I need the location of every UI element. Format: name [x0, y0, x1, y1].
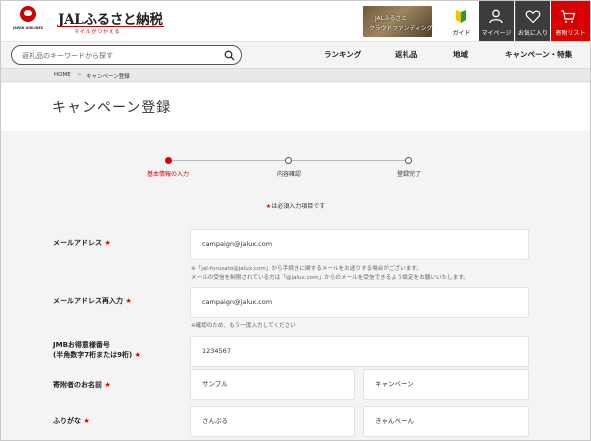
jal-logo[interactable]: JAPAN AIRLINES	[13, 6, 43, 38]
step-label-confirm: 内容確認	[276, 171, 302, 178]
mypage-button[interactable]: マイページ	[479, 1, 514, 41]
step-connector	[171, 160, 288, 161]
nav-item-ranking[interactable]: ランキング	[324, 49, 361, 60]
required-star: ★	[125, 297, 132, 305]
user-icon	[489, 9, 503, 24]
name-label: 寄附者のお名前 ★	[53, 380, 111, 390]
crowdfunding-line1: JALふるさと	[375, 16, 407, 22]
email-confirm-field[interactable]: campaign@jalux.com	[190, 287, 529, 318]
donation-list-button[interactable]: 寄附リスト	[551, 1, 590, 41]
mypage-label: マイページ	[481, 30, 512, 37]
kana-label-text: ふりがな	[53, 417, 81, 425]
first-name-kana-field[interactable]: きゃんぺーん	[363, 406, 529, 437]
page-title: キャンペーン登録	[52, 100, 172, 116]
search-box	[11, 45, 242, 65]
required-note-text: は必須入力項目です	[271, 203, 326, 210]
breadcrumb-separator: >	[77, 72, 82, 78]
required-star: ★	[104, 239, 111, 247]
required-star: ★	[83, 417, 90, 425]
required-note: ★は必須入力項目です	[1, 201, 590, 210]
breadcrumb: HOME > キャンペーン登録	[1, 68, 590, 82]
required-star: ★	[134, 351, 141, 359]
nav-item-campaigns[interactable]: キャンペーン・特集	[505, 49, 572, 60]
last-name-kana-field[interactable]: さんぷる	[190, 406, 355, 437]
kana-label: ふりがな ★	[53, 416, 90, 426]
crowdfunding-line2: クラウドファンディング	[369, 26, 433, 32]
step-label-input: 基本情報の入力	[146, 171, 190, 178]
email-confirm-label-text: メールアドレス再入力	[53, 297, 123, 305]
email-note-line2: メールの受信を制限されている方は「@jalux.com」からのメールを受信できる…	[191, 275, 469, 281]
heart-icon	[525, 10, 541, 24]
jmb-number-field[interactable]: 1234567	[190, 336, 529, 367]
beginner-mark-icon	[456, 10, 466, 23]
site-header: JAPAN AIRLINES JALふるさと納税 マイルがつかえる JALふるさ…	[1, 1, 590, 41]
step-dot-complete	[405, 157, 412, 164]
search-icon[interactable]	[224, 50, 235, 61]
breadcrumb-current: キャンペーン登録	[86, 74, 130, 80]
brand-subtitle: マイルがつかえる	[74, 29, 121, 35]
logo-caption: JAPAN AIRLINES	[13, 26, 44, 30]
email-confirm-label: メールアドレス再入力 ★	[53, 296, 132, 306]
nav-item-region[interactable]: 地域	[453, 49, 468, 60]
crowdfunding-banner[interactable]: JALふるさと クラウドファンディング	[363, 6, 432, 37]
last-name-field[interactable]: サンプル	[190, 369, 355, 400]
jmb-label-line2: (半角数字7桁または9桁)	[53, 351, 133, 359]
breadcrumb-home[interactable]: HOME	[54, 72, 71, 78]
page-title-bar: キャンペーン登録	[1, 83, 590, 131]
first-name-field[interactable]: キャンペーン	[363, 369, 529, 400]
name-label-text: 寄附者のお名前	[53, 381, 102, 389]
jmb-label-line1: JMBお得意様番号	[53, 341, 110, 349]
email-confirm-note: ※確認のため、もう一度入力してください	[191, 323, 296, 329]
step-label-complete: 登録完了	[396, 171, 422, 178]
step-connector	[291, 160, 408, 161]
email-label: メールアドレス ★	[53, 238, 111, 248]
jmb-label: JMBお得意様番号 (半角数字7桁または9桁) ★	[53, 340, 141, 360]
brand-underline	[58, 26, 164, 27]
guide-label: ガイド	[452, 30, 471, 37]
email-field[interactable]: campaign@jalux.com	[190, 229, 529, 260]
email-label-text: メールアドレス	[53, 239, 102, 247]
step-dot-input	[165, 157, 172, 164]
required-star: ★	[104, 381, 111, 389]
cart-icon	[561, 10, 576, 23]
brand-title: JALふるさと納税	[58, 12, 163, 28]
brand-logo[interactable]: JALふるさと納税 マイルがつかえる	[58, 8, 168, 38]
favorites-button[interactable]: お気に入り	[515, 1, 550, 41]
nav-item-gifts[interactable]: 返礼品	[395, 49, 418, 60]
search-input[interactable]	[22, 49, 212, 62]
main-nav: ランキング 返礼品 地域 キャンペーン・特集	[1, 41, 590, 67]
guide-button[interactable]: ガイド	[444, 1, 479, 41]
favorites-label: お気に入り	[517, 30, 548, 37]
donation-list-label: 寄附リスト	[555, 30, 586, 37]
crane-logo-icon	[20, 6, 36, 22]
page-frame: JAPAN AIRLINES JALふるさと納税 マイルがつかえる JALふるさ…	[0, 0, 591, 441]
step-dot-confirm	[285, 157, 292, 164]
